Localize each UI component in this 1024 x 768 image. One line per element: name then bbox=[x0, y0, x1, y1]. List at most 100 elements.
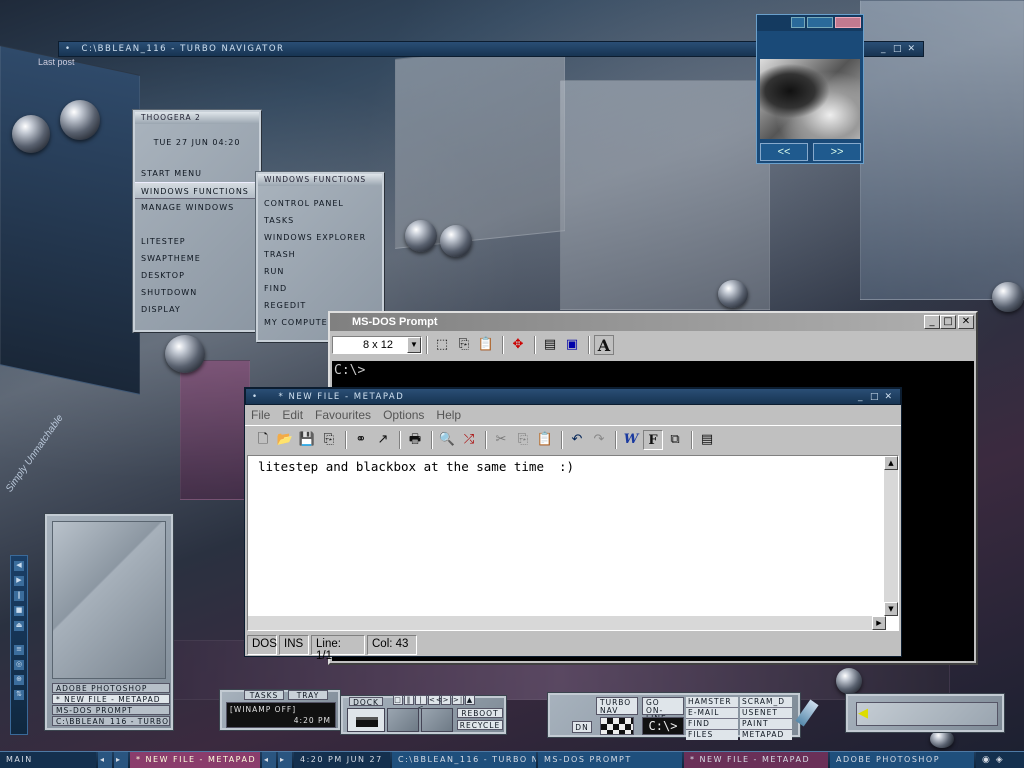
print-icon[interactable]: 🖶 bbox=[405, 430, 425, 450]
mark-icon[interactable]: ⬚ bbox=[432, 335, 452, 355]
maximize-button[interactable]: □ bbox=[940, 315, 956, 329]
checker-icon[interactable] bbox=[600, 717, 634, 735]
menu-item-swaptheme[interactable]: SWAPTHEME bbox=[135, 250, 259, 267]
submenu-item-find[interactable]: FIND bbox=[258, 280, 382, 297]
chevron-down-icon[interactable]: ▼ bbox=[407, 337, 421, 353]
binoculars-icon[interactable]: ⚭ bbox=[351, 430, 371, 450]
metapad-text-area[interactable]: litestep and blackbox at the same time :… bbox=[247, 455, 899, 631]
workspace-label[interactable]: MAIN bbox=[0, 752, 96, 768]
settings-icon[interactable]: ▤ bbox=[697, 430, 717, 450]
menu-item-display[interactable]: DISPLAY bbox=[135, 301, 259, 318]
task-button-msdos[interactable]: MS-DOS PROMPT bbox=[538, 752, 682, 768]
dock-ctl[interactable]: ▲ bbox=[465, 695, 475, 705]
minimize-button[interactable]: _ bbox=[856, 392, 866, 402]
paste-icon[interactable]: 📋 bbox=[476, 335, 496, 355]
msdos-titlebar[interactable]: MS-DOS Prompt _ □ ✕ bbox=[330, 313, 976, 331]
volume-display[interactable] bbox=[856, 702, 998, 726]
close-button[interactable]: ✕ bbox=[884, 392, 894, 402]
preview-tab[interactable] bbox=[791, 17, 805, 28]
reboot-button[interactable]: REBOOT bbox=[457, 708, 503, 718]
preview-tab[interactable] bbox=[807, 17, 833, 28]
menu-options[interactable]: Options bbox=[383, 408, 424, 422]
metapad-titlebar[interactable]: • * NEW FILE - METAPAD _ □ ✕ bbox=[245, 388, 901, 405]
maximize-button[interactable]: □ bbox=[870, 392, 880, 402]
shortcut-scram[interactable]: SCRAM_D bbox=[740, 697, 792, 708]
copy-icon[interactable]: ⎘ bbox=[454, 335, 474, 355]
task-button-photoshop[interactable]: ADOBE PHOTOSHOP bbox=[830, 752, 974, 768]
font-button[interactable]: F bbox=[643, 429, 663, 450]
menu-item-litestep[interactable]: LITESTEP bbox=[135, 233, 259, 250]
dn-button[interactable]: DN bbox=[572, 721, 592, 733]
vbar-button[interactable]: ▶ bbox=[14, 576, 24, 586]
vbar-button[interactable]: ⏏ bbox=[14, 621, 24, 631]
taskbar-next-button[interactable]: ▸ bbox=[278, 752, 292, 768]
preview-prev-button[interactable]: << bbox=[760, 143, 808, 161]
menu-favourites[interactable]: Favourites bbox=[315, 408, 371, 422]
find-icon[interactable]: 🔍 bbox=[437, 430, 457, 450]
menu-item-windows-functions[interactable]: WINDOWS FUNCTIONS bbox=[135, 182, 259, 199]
task-button-navigator[interactable]: C:\BBLEAN_116 - TURBO NAV bbox=[392, 752, 536, 768]
workspace-next-button[interactable]: ▸ bbox=[114, 752, 128, 768]
task-button-metapad[interactable]: * NEW FILE - METAPAD bbox=[130, 752, 260, 768]
font-button[interactable]: A bbox=[594, 335, 614, 355]
recycle-button[interactable]: RECYCLE bbox=[457, 720, 503, 730]
dock-slot[interactable] bbox=[387, 708, 419, 732]
menu-item-start-menu[interactable]: START MENU bbox=[135, 165, 259, 182]
shortcut-paint[interactable]: PAINT bbox=[740, 719, 792, 730]
turbo-nav-button[interactable]: TURBO NAV bbox=[596, 697, 638, 715]
transparent-icon[interactable]: ⧉ bbox=[665, 430, 685, 450]
vertical-scrollbar[interactable]: ▲ ▼ bbox=[884, 456, 898, 616]
preview-tab[interactable] bbox=[835, 17, 861, 28]
dock-ctl[interactable]: << bbox=[428, 695, 442, 705]
dock-slot[interactable] bbox=[421, 708, 453, 732]
close-button[interactable]: ✕ bbox=[958, 315, 974, 329]
cut-icon[interactable]: ✂ bbox=[491, 430, 511, 450]
tab-tasks[interactable]: TASKS bbox=[244, 690, 284, 700]
menu-edit[interactable]: Edit bbox=[282, 408, 303, 422]
scroll-right-button[interactable]: ▶ bbox=[872, 616, 886, 630]
background-icon[interactable]: ▣ bbox=[562, 335, 582, 355]
word-wrap-button[interactable]: W bbox=[621, 430, 641, 450]
scroll-up-button[interactable]: ▲ bbox=[884, 456, 898, 470]
workspace-prev-button[interactable]: ◂ bbox=[98, 752, 112, 768]
dock-ctl[interactable]: > bbox=[441, 695, 451, 705]
submenu-item-run[interactable]: RUN bbox=[258, 263, 382, 280]
shortcut-email[interactable]: E-MAIL bbox=[686, 708, 738, 719]
menu-item-desktop[interactable]: DESKTOP bbox=[135, 267, 259, 284]
menu-item-manage-windows[interactable]: MANAGE WINDOWS bbox=[135, 199, 259, 216]
save-as-icon[interactable]: ⎘ bbox=[319, 430, 339, 450]
task-button-metapad-2[interactable]: * NEW FILE - METAPAD bbox=[684, 752, 828, 768]
vbar-button[interactable]: ⊕ bbox=[14, 675, 24, 685]
vbar-button[interactable]: ⇅ bbox=[14, 690, 24, 700]
submenu-item-tasks[interactable]: TASKS bbox=[258, 212, 382, 229]
launch-icon[interactable]: ↗ bbox=[373, 430, 393, 450]
replace-icon[interactable]: ⤮ bbox=[459, 430, 479, 450]
font-size-select[interactable]: 8 x 12 ▼ bbox=[332, 336, 422, 354]
dock-ctl[interactable]: ‖ bbox=[404, 695, 414, 705]
undo-icon[interactable]: ↶ bbox=[567, 430, 587, 450]
taskbar-prev-button[interactable]: ◂ bbox=[262, 752, 276, 768]
dock-ctl[interactable]: >| bbox=[452, 695, 464, 705]
submenu-item-windows-explorer[interactable]: WINDOWS EXPLORER bbox=[258, 229, 382, 246]
shortcut-files[interactable]: FILES bbox=[686, 730, 738, 740]
tab-tray[interactable]: TRAY bbox=[288, 690, 328, 700]
redo-icon[interactable]: ↷ bbox=[589, 430, 609, 450]
menu-file[interactable]: File bbox=[251, 408, 270, 422]
menu-item-shutdown[interactable]: SHUTDOWN bbox=[135, 284, 259, 301]
task-item-navigator[interactable]: C:\BBLEAN_116 - TURBO... bbox=[52, 716, 170, 726]
vbar-button[interactable]: ‖ bbox=[14, 591, 24, 601]
vbar-button[interactable]: ◀ bbox=[14, 561, 24, 571]
command-prompt-button[interactable]: C:\> bbox=[642, 717, 684, 735]
dock-ctl[interactable]: |< bbox=[415, 695, 427, 712]
submenu-item-trash[interactable]: TRASH bbox=[258, 246, 382, 263]
task-item-metapad[interactable]: * NEW FILE - METAPAD bbox=[52, 694, 170, 704]
minimize-button[interactable]: _ bbox=[879, 44, 889, 54]
scroll-down-button[interactable]: ▼ bbox=[884, 602, 898, 616]
open-folder-icon[interactable]: 📂 bbox=[275, 430, 295, 450]
close-button[interactable]: ✕ bbox=[907, 44, 917, 54]
dock-ctl[interactable]: □ bbox=[393, 695, 403, 705]
dock-slot-active[interactable] bbox=[347, 708, 385, 732]
shortcut-hamster[interactable]: HAMSTER bbox=[686, 697, 738, 708]
go-online-button[interactable]: GO ON-LINE bbox=[642, 697, 684, 723]
properties-icon[interactable]: ▤ bbox=[540, 335, 560, 355]
